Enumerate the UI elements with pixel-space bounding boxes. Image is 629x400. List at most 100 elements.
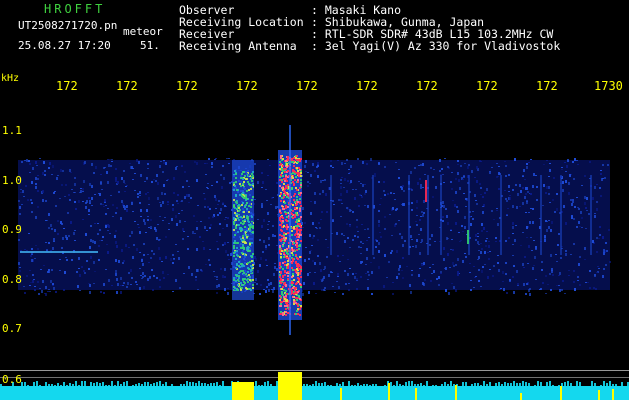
signal-spike bbox=[114, 385, 116, 388]
noise-speck bbox=[108, 164, 110, 167]
echo-1-pixel bbox=[235, 258, 237, 260]
echo-2-pixel bbox=[286, 257, 288, 259]
signal-spike bbox=[510, 383, 512, 388]
echo-1-pixel bbox=[248, 211, 250, 213]
noise-speck bbox=[603, 268, 605, 270]
short-echo bbox=[467, 230, 469, 244]
echo-1-pixel bbox=[235, 267, 237, 269]
noise-speck bbox=[416, 200, 418, 203]
echo-1-pixel bbox=[238, 272, 240, 274]
echo-1-pixel bbox=[248, 205, 250, 207]
signal-spike bbox=[261, 385, 263, 388]
echo-2-pixel bbox=[298, 296, 300, 298]
signal-spike bbox=[453, 384, 455, 388]
noise-speck bbox=[207, 206, 209, 208]
noise-speck bbox=[358, 246, 360, 248]
echo-2-pixel bbox=[284, 239, 286, 241]
noise-speck bbox=[380, 236, 382, 238]
signal-spike bbox=[408, 381, 410, 388]
noise-speck bbox=[50, 224, 52, 227]
noise-speck bbox=[403, 203, 405, 206]
signal-spike bbox=[369, 385, 371, 388]
noise-speck bbox=[137, 224, 139, 225]
noise-speck bbox=[222, 275, 224, 278]
signal-spike bbox=[624, 386, 626, 388]
noise-speck bbox=[48, 213, 50, 216]
noise-speck bbox=[37, 248, 39, 250]
noise-speck bbox=[562, 181, 564, 184]
echo-2-pixel bbox=[285, 213, 287, 215]
echo-1-pixel bbox=[247, 216, 249, 218]
signal-spike bbox=[156, 382, 158, 388]
noise-speck bbox=[268, 289, 270, 292]
noise-speck bbox=[266, 200, 268, 201]
echo-2-pixel bbox=[297, 305, 299, 307]
echo-1-pixel bbox=[251, 180, 253, 182]
noise-speck bbox=[74, 240, 76, 241]
noise-speck bbox=[364, 184, 366, 185]
echo-1-pixel bbox=[252, 183, 254, 185]
noise-speck bbox=[217, 214, 219, 216]
noise-speck bbox=[89, 246, 91, 249]
signal-spike bbox=[603, 381, 605, 388]
noise-speck bbox=[98, 259, 100, 261]
noise-speck bbox=[256, 283, 258, 285]
noise-speck bbox=[53, 287, 55, 290]
echo-1-pixel bbox=[238, 207, 240, 209]
noise-speck bbox=[44, 174, 46, 176]
noise-speck bbox=[479, 183, 481, 185]
noise-speck bbox=[308, 258, 310, 260]
echo-1-pixel bbox=[234, 242, 236, 244]
echo-2-pixel bbox=[287, 206, 289, 208]
echo-1-pixel bbox=[250, 206, 252, 208]
noise-speck bbox=[563, 205, 565, 208]
echo-1-pixel bbox=[247, 248, 249, 250]
noise-speck bbox=[368, 274, 370, 276]
echo-2-pixel bbox=[284, 188, 286, 190]
noise-speck bbox=[357, 231, 359, 232]
echo-2-pixel bbox=[294, 234, 296, 236]
noise-speck bbox=[140, 275, 142, 276]
echo-2-pixel bbox=[299, 194, 301, 196]
signal-spike bbox=[555, 386, 557, 388]
noise-speck bbox=[18, 262, 20, 265]
noise-speck bbox=[565, 250, 567, 252]
echo-1-pixel bbox=[251, 216, 253, 218]
echo-2-pixel bbox=[292, 250, 294, 252]
echo-2-pixel bbox=[298, 192, 300, 194]
noise-speck bbox=[512, 189, 514, 191]
noise-speck bbox=[59, 259, 61, 260]
noise-speck bbox=[31, 211, 33, 213]
signal-spike bbox=[360, 385, 362, 388]
echo-2-pixel bbox=[286, 216, 288, 218]
noise-speck bbox=[203, 193, 205, 194]
signal-spike bbox=[126, 381, 128, 388]
noise-speck bbox=[116, 245, 118, 248]
noise-speck bbox=[108, 279, 110, 282]
signal-spike bbox=[591, 381, 593, 388]
noise-speck bbox=[420, 242, 422, 243]
noise-speck bbox=[529, 221, 531, 224]
noise-speck bbox=[571, 203, 573, 206]
noise-speck bbox=[40, 269, 42, 270]
noise-speck bbox=[310, 201, 312, 202]
noise-speck bbox=[319, 193, 321, 195]
noise-speck bbox=[336, 232, 338, 235]
echo-2-pixel bbox=[291, 187, 293, 189]
noise-speck bbox=[99, 229, 101, 231]
echo-1-pixel bbox=[246, 178, 248, 180]
noise-speck bbox=[151, 181, 153, 183]
signal-spike bbox=[468, 386, 470, 388]
echo-2-pixel bbox=[284, 298, 286, 300]
noise-speck bbox=[605, 264, 607, 266]
signal-spike bbox=[102, 382, 104, 388]
noise-speck bbox=[82, 188, 84, 191]
noise-speck bbox=[420, 228, 422, 231]
noise-speck bbox=[561, 169, 563, 170]
noise-speck bbox=[30, 255, 32, 257]
signal-spike bbox=[501, 384, 503, 388]
noise-speck bbox=[228, 163, 230, 164]
noise-speck bbox=[342, 293, 344, 295]
noise-speck bbox=[344, 163, 346, 164]
echo-2-pixel bbox=[280, 193, 282, 195]
